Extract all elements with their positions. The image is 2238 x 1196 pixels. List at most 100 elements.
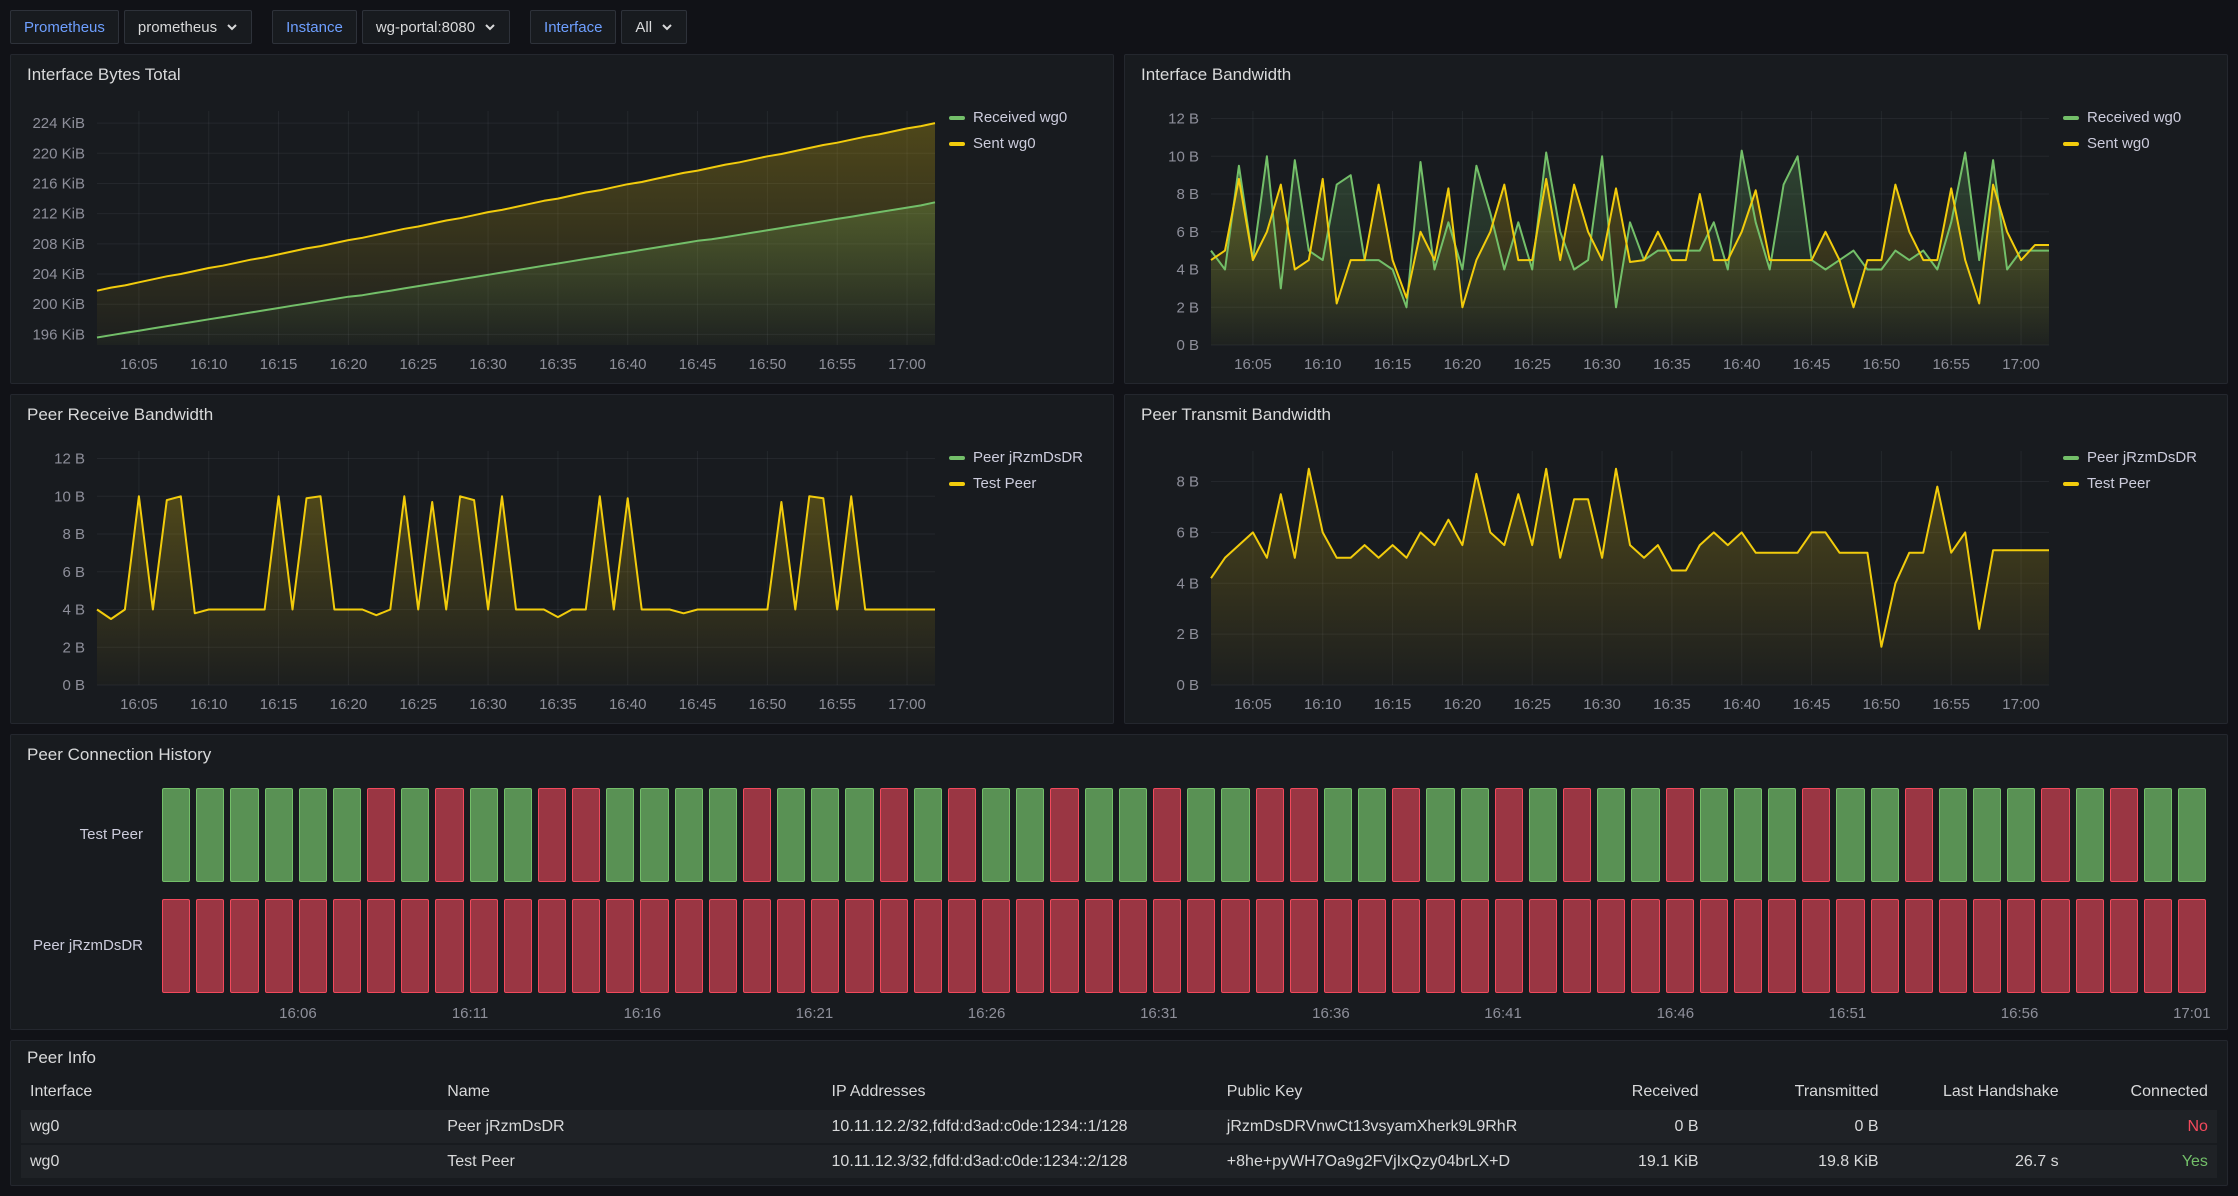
table-row[interactable]: wg0Peer jRzmDsDR10.11.12.2/32,fdfd:d3ad:… — [21, 1108, 2217, 1143]
state-bar-disconnected[interactable] — [265, 899, 293, 993]
state-bar-disconnected[interactable] — [1939, 899, 1967, 993]
state-bar-connected[interactable] — [1358, 788, 1386, 882]
state-bar-disconnected[interactable] — [470, 899, 498, 993]
legend-item[interactable]: Test Peer — [2063, 475, 2215, 492]
column-header[interactable]: IP Addresses — [823, 1075, 1218, 1108]
state-bar-disconnected[interactable] — [1973, 899, 2001, 993]
state-bar-connected[interactable] — [914, 788, 942, 882]
state-bar-disconnected[interactable] — [1734, 899, 1762, 993]
state-bar-disconnected[interactable] — [1700, 899, 1728, 993]
state-bar-disconnected[interactable] — [504, 899, 532, 993]
panel-title[interactable]: Peer Receive Bandwidth — [11, 395, 1113, 435]
state-bar-disconnected[interactable] — [299, 899, 327, 993]
state-bar-disconnected[interactable] — [743, 899, 771, 993]
legend-item[interactable]: Peer jRzmDsDR — [2063, 449, 2215, 466]
state-bar-disconnected[interactable] — [1153, 899, 1181, 993]
state-bar-disconnected[interactable] — [1802, 899, 1830, 993]
state-bar-disconnected[interactable] — [1871, 899, 1899, 993]
state-bar-disconnected[interactable] — [538, 788, 566, 882]
chart-canvas[interactable]: 196 KiB200 KiB204 KiB208 KiB212 KiB216 K… — [19, 95, 949, 379]
state-bar-disconnected[interactable] — [1426, 899, 1454, 993]
state-bar-connected[interactable] — [675, 788, 703, 882]
state-bar-disconnected[interactable] — [1290, 899, 1318, 993]
state-bar-connected[interactable] — [1939, 788, 1967, 882]
state-bar-disconnected[interactable] — [1461, 899, 1489, 993]
state-bar-disconnected[interactable] — [1392, 899, 1420, 993]
state-bar-connected[interactable] — [299, 788, 327, 882]
state-bar-disconnected[interactable] — [1392, 788, 1420, 882]
state-bar-connected[interactable] — [230, 788, 258, 882]
state-bar-disconnected[interactable] — [1119, 899, 1147, 993]
state-bar-connected[interactable] — [1973, 788, 2001, 882]
state-bar-disconnected[interactable] — [1836, 899, 1864, 993]
state-bar-connected[interactable] — [265, 788, 293, 882]
state-bar-disconnected[interactable] — [572, 788, 600, 882]
state-bar-disconnected[interactable] — [230, 899, 258, 993]
state-bar-disconnected[interactable] — [1563, 899, 1591, 993]
state-bar-disconnected[interactable] — [948, 788, 976, 882]
state-bar-connected[interactable] — [811, 788, 839, 882]
state-bar-disconnected[interactable] — [1495, 788, 1523, 882]
state-timeline[interactable]: Test PeerPeer jRzmDsDR 16:0616:1116:1616… — [11, 775, 2227, 1029]
var-instance-select[interactable]: wg-portal:8080 — [362, 10, 510, 44]
panel-title[interactable]: Interface Bytes Total — [11, 55, 1113, 95]
state-bar-connected[interactable] — [1597, 788, 1625, 882]
state-bar-connected[interactable] — [2007, 788, 2035, 882]
state-bar-disconnected[interactable] — [435, 899, 463, 993]
state-bar-connected[interactable] — [1461, 788, 1489, 882]
panel-title[interactable]: Peer Connection History — [11, 735, 2227, 775]
state-bar-connected[interactable] — [1700, 788, 1728, 882]
state-bar-disconnected[interactable] — [777, 899, 805, 993]
legend-item[interactable]: Sent wg0 — [2063, 135, 2215, 152]
state-bar-connected[interactable] — [504, 788, 532, 882]
state-bar-disconnected[interactable] — [675, 899, 703, 993]
state-bar-disconnected[interactable] — [162, 899, 190, 993]
state-bar-disconnected[interactable] — [1768, 899, 1796, 993]
state-bar-disconnected[interactable] — [1666, 899, 1694, 993]
state-bar-disconnected[interactable] — [1153, 788, 1181, 882]
state-bar-connected[interactable] — [1734, 788, 1762, 882]
state-bar-disconnected[interactable] — [1050, 899, 1078, 993]
state-bar-disconnected[interactable] — [2041, 899, 2069, 993]
state-bar-disconnected[interactable] — [2007, 899, 2035, 993]
panel-title[interactable]: Interface Bandwidth — [1125, 55, 2227, 95]
state-bar-disconnected[interactable] — [1221, 899, 1249, 993]
panel-title[interactable]: Peer Info — [11, 1041, 2227, 1075]
state-bar-disconnected[interactable] — [1050, 788, 1078, 882]
state-bar-disconnected[interactable] — [1529, 899, 1557, 993]
time-series-chart[interactable]: 0 B2 B4 B6 B8 B10 B12 B16:0516:1016:1516… — [19, 435, 949, 719]
state-bar-disconnected[interactable] — [1666, 788, 1694, 882]
state-bar-disconnected[interactable] — [538, 899, 566, 993]
state-bar-disconnected[interactable] — [367, 788, 395, 882]
state-bar-disconnected[interactable] — [333, 899, 361, 993]
state-bar-connected[interactable] — [2178, 788, 2206, 882]
time-series-chart[interactable]: 196 KiB200 KiB204 KiB208 KiB212 KiB216 K… — [19, 95, 949, 379]
state-bar-disconnected[interactable] — [2110, 899, 2138, 993]
state-bar-disconnected[interactable] — [2144, 899, 2172, 993]
state-bar-connected[interactable] — [196, 788, 224, 882]
state-bar-disconnected[interactable] — [948, 899, 976, 993]
state-bar-connected[interactable] — [982, 788, 1010, 882]
state-bar-disconnected[interactable] — [640, 899, 668, 993]
var-interface-select[interactable]: All — [621, 10, 687, 44]
state-bar-disconnected[interactable] — [2110, 788, 2138, 882]
state-bar-connected[interactable] — [1426, 788, 1454, 882]
state-bar-disconnected[interactable] — [1324, 899, 1352, 993]
state-bar-connected[interactable] — [777, 788, 805, 882]
state-bar-disconnected[interactable] — [1290, 788, 1318, 882]
state-bar-disconnected[interactable] — [1495, 899, 1523, 993]
state-bar-disconnected[interactable] — [1085, 899, 1113, 993]
panel-title[interactable]: Peer Transmit Bandwidth — [1125, 395, 2227, 435]
legend-item[interactable]: Received wg0 — [949, 109, 1101, 126]
state-bar-connected[interactable] — [640, 788, 668, 882]
state-bar-connected[interactable] — [606, 788, 634, 882]
state-bar-connected[interactable] — [1631, 788, 1659, 882]
state-bar-disconnected[interactable] — [1187, 899, 1215, 993]
state-bar-disconnected[interactable] — [2076, 899, 2104, 993]
state-bar-disconnected[interactable] — [401, 899, 429, 993]
state-bar-connected[interactable] — [1016, 788, 1044, 882]
state-bar-disconnected[interactable] — [880, 899, 908, 993]
state-bar-connected[interactable] — [709, 788, 737, 882]
state-bar-disconnected[interactable] — [572, 899, 600, 993]
state-bar-disconnected[interactable] — [1905, 788, 1933, 882]
